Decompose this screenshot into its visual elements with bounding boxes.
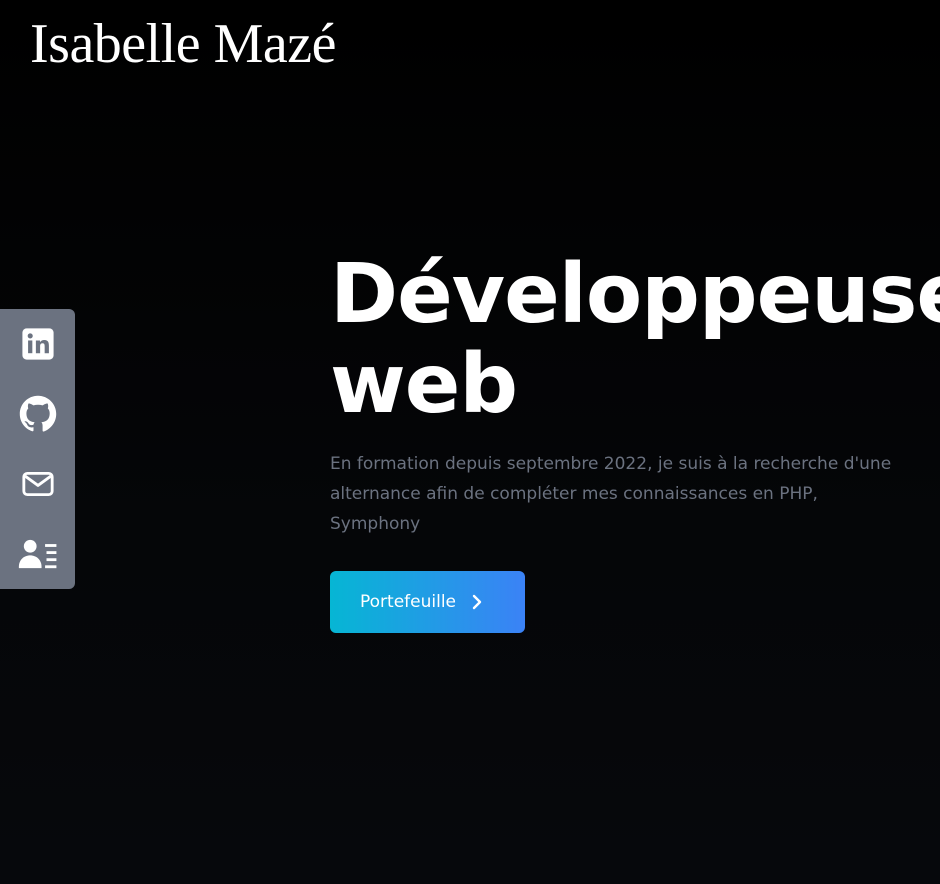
github-icon bbox=[19, 395, 56, 432]
portfolio-button-label: Portefeuille bbox=[360, 592, 457, 612]
resume-icon bbox=[18, 539, 56, 569]
email-link[interactable] bbox=[18, 464, 58, 504]
hero-section: Développeuse web En formation depuis sept… bbox=[330, 250, 940, 633]
hero-description: En formation depuis septembre 2022, je s… bbox=[330, 454, 892, 534]
hero-title-line2: web bbox=[330, 337, 518, 432]
hero-title: Développeuse web bbox=[330, 250, 940, 432]
linkedin-link[interactable] bbox=[18, 324, 58, 364]
github-link[interactable] bbox=[18, 394, 58, 434]
social-links-bar bbox=[0, 309, 75, 589]
mail-icon bbox=[21, 471, 54, 497]
resume-link[interactable] bbox=[18, 534, 58, 574]
hero-title-line1: Développeuse bbox=[330, 247, 940, 342]
site-logo[interactable]: Isabelle Mazé bbox=[30, 13, 336, 76]
chevron-right-icon bbox=[472, 594, 482, 610]
linkedin-icon bbox=[21, 328, 54, 360]
portfolio-button[interactable]: Portefeuille bbox=[330, 571, 525, 633]
